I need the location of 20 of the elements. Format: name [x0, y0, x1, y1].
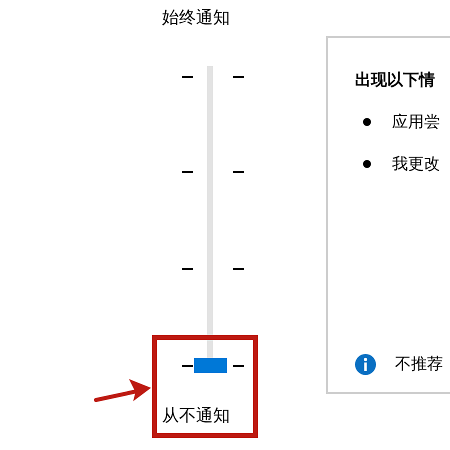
- annotation-arrow: [94, 378, 152, 404]
- tick-mark: [233, 76, 244, 78]
- bullet-icon: [363, 118, 371, 126]
- bullet-text: 我更改: [392, 153, 440, 175]
- slider-bottom-label: 从不通知: [161, 406, 230, 426]
- bullet-text: 应用尝: [392, 111, 440, 133]
- tick-mark: [233, 365, 244, 367]
- tick-mark: [233, 268, 244, 270]
- tick-mark: [182, 268, 193, 270]
- slider-track[interactable]: [207, 66, 213, 358]
- note-text: 不推荐: [395, 353, 443, 375]
- slider-top-label: 始终通知: [161, 8, 230, 28]
- info-icon: [355, 354, 376, 374]
- tick-mark: [182, 171, 193, 173]
- bullet-icon: [363, 160, 371, 168]
- panel-title: 出现以下情: [355, 69, 435, 91]
- tick-mark: [182, 76, 193, 78]
- tick-mark: [233, 171, 244, 173]
- slider-thumb[interactable]: [194, 358, 227, 373]
- tick-mark: [182, 365, 193, 367]
